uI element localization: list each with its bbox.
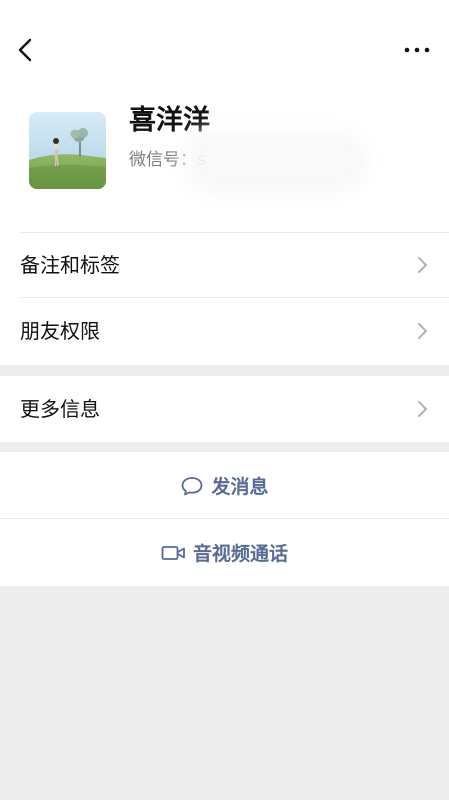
send-message-label: 发消息 xyxy=(211,476,269,498)
contact-actions: 发消息 音视频通话 xyxy=(0,452,449,586)
profile-header: 喜洋洋 微信号：s xyxy=(0,0,449,232)
remark-tags-label: 备注和标签 xyxy=(20,253,120,277)
friend-permissions-row[interactable]: 朋友权限 xyxy=(0,298,449,364)
avatar[interactable] xyxy=(29,112,106,189)
remark-tags-row[interactable]: 备注和标签 xyxy=(0,232,449,298)
more-info-group: 更多信息 xyxy=(0,376,449,442)
wechat-id: 微信号：s xyxy=(129,150,206,170)
send-message-content: 发消息 xyxy=(0,452,449,519)
settings-group: 备注和标签 朋友权限 xyxy=(0,232,449,365)
ellipsis-icon xyxy=(404,47,430,53)
more-info-row[interactable]: 更多信息 xyxy=(0,376,449,442)
girl-in-field-avatar xyxy=(29,112,106,189)
video-call-button[interactable]: 音视频通话 xyxy=(0,519,449,586)
video-call-label: 音视频通话 xyxy=(192,543,288,565)
contact-profile-screen: 喜洋洋 微信号：s 备注和标签 朋友权限 更多信息 发消息 音视频通话 xyxy=(0,0,449,800)
chat-bubble-icon xyxy=(182,476,203,495)
more-options-button[interactable] xyxy=(399,32,435,68)
send-message-button[interactable]: 发消息 xyxy=(0,452,449,519)
navigation-bar xyxy=(0,18,449,82)
more-info-label: 更多信息 xyxy=(20,397,100,421)
chevron-left-icon xyxy=(18,38,32,62)
video-camera-icon xyxy=(161,545,185,560)
wechat-id-redaction xyxy=(196,144,354,178)
chevron-right-icon xyxy=(418,323,427,339)
contact-name: 喜洋洋 xyxy=(129,105,210,136)
back-button[interactable] xyxy=(8,32,44,68)
chevron-right-icon xyxy=(418,257,427,273)
profile-info: 喜洋洋 微信号：s xyxy=(0,90,449,210)
video-call-content: 音视频通话 xyxy=(0,519,449,586)
friend-permissions-label: 朋友权限 xyxy=(20,319,100,343)
chevron-right-icon xyxy=(418,401,427,417)
